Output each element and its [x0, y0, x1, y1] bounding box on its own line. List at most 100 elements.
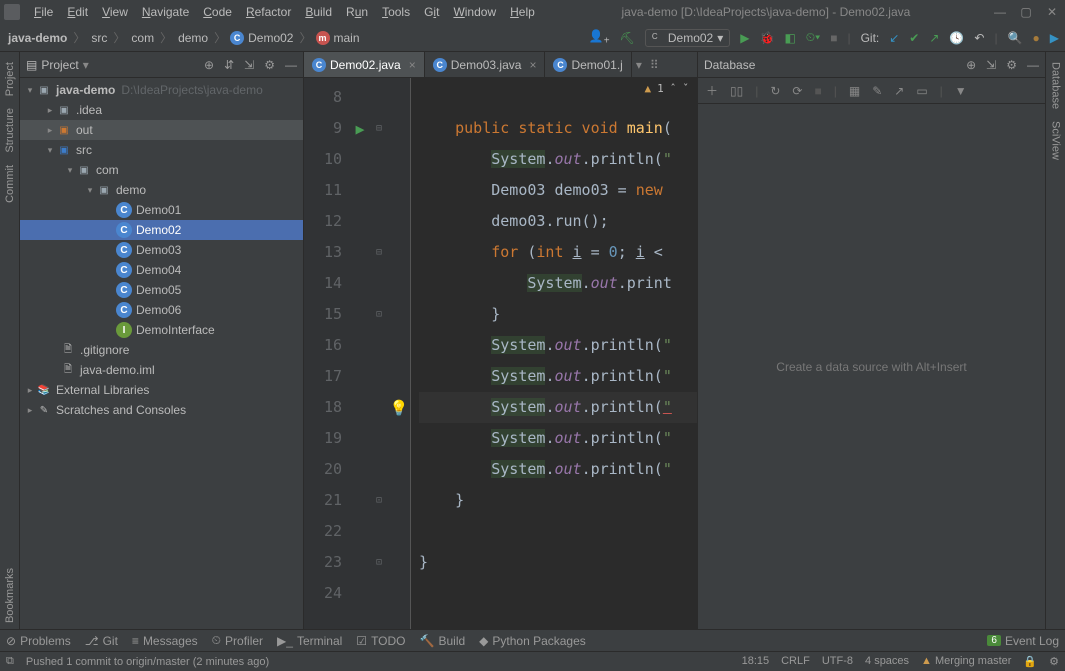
tree-demo[interactable]: ▾▣ demo	[20, 180, 303, 200]
memory-indicator-icon[interactable]: ⚙	[1049, 655, 1059, 668]
expand-all-icon[interactable]: ⇵	[224, 58, 234, 72]
tree-external-libs[interactable]: ▸📚 External Libraries	[20, 380, 303, 400]
project-panel-title[interactable]: Project	[41, 58, 78, 72]
debug-icon[interactable]: 🐞	[759, 31, 774, 45]
tree-gitignore[interactable]: 🗎.gitignore	[20, 340, 303, 360]
tab-python[interactable]: ◆ Python Packages	[479, 634, 586, 648]
edit-icon[interactable]: ✎	[872, 84, 882, 98]
close-icon[interactable]: ×	[405, 58, 416, 72]
project-tree[interactable]: ▾▣ java-demo D:\IdeaProjects\java-demo ▸…	[20, 78, 303, 629]
coverage-icon[interactable]: ◧	[784, 31, 795, 45]
hide-panel-icon[interactable]: —	[285, 58, 297, 72]
crumb-demo[interactable]: demo	[176, 29, 210, 47]
lock-icon[interactable]: 🔒	[1023, 655, 1037, 668]
jump-icon[interactable]: ↗	[894, 84, 904, 98]
hide-panel-icon[interactable]: —	[1027, 58, 1039, 72]
tab-event-log[interactable]: 6 Event Log	[987, 634, 1059, 648]
run-line-icon[interactable]: ▶	[355, 120, 364, 138]
bulb-gutter[interactable]: 💡	[388, 78, 410, 629]
code-area[interactable]: public static void main( System.out.prin…	[411, 78, 697, 629]
run-config-selector[interactable]: C Demo02 ▾	[645, 29, 730, 47]
tree-class-demo03[interactable]: CDemo03	[20, 240, 303, 260]
profile-icon[interactable]: ⏲▾	[806, 30, 820, 45]
rail-sciview[interactable]: SciView	[1050, 115, 1062, 166]
git-commit-icon[interactable]: ✔	[909, 31, 919, 45]
tree-com[interactable]: ▾▣ com	[20, 160, 303, 180]
select-opened-icon[interactable]: ⊕	[204, 58, 214, 72]
tree-src[interactable]: ▾▣ src	[20, 140, 303, 160]
tab-git[interactable]: ⎇ Git	[85, 634, 118, 648]
update-available-icon[interactable]: ●	[1033, 31, 1040, 45]
editor-tab-demo02[interactable]: C Demo02.java ×	[304, 52, 425, 77]
more-tabs-icon[interactable]: ▾	[636, 58, 642, 72]
up-icon[interactable]: ˆ	[670, 82, 677, 95]
line-separator[interactable]: CRLF	[781, 655, 810, 668]
run-gutter[interactable]: ▶	[350, 78, 370, 629]
window-close[interactable]: ✕	[1043, 5, 1061, 19]
tab-list-icon[interactable]: ⠿	[650, 58, 659, 72]
git-push-icon[interactable]: ↗	[929, 31, 939, 45]
ide-features-icon[interactable]: ▶	[1050, 31, 1059, 45]
tree-root[interactable]: ▾▣ java-demo D:\IdeaProjects\java-demo	[20, 80, 303, 100]
search-icon[interactable]: 🔍	[1008, 31, 1023, 45]
crumb-com[interactable]: com	[129, 29, 156, 47]
window-maximize[interactable]: ▢	[1017, 5, 1035, 19]
git-rollback-icon[interactable]: ↶	[974, 31, 984, 45]
table-icon[interactable]: ▦	[849, 84, 860, 98]
tree-class-demo05[interactable]: CDemo05	[20, 280, 303, 300]
caret-position[interactable]: 18:15	[742, 655, 770, 668]
duplicate-icon[interactable]: ▯▯	[730, 84, 743, 98]
rail-database[interactable]: Database	[1050, 56, 1062, 115]
crumb-project[interactable]: java-demo	[6, 29, 69, 47]
console-icon[interactable]: ▭	[916, 84, 927, 98]
database-panel-title[interactable]: Database	[704, 58, 755, 72]
tree-idea[interactable]: ▸▣ .idea	[20, 100, 303, 120]
menu-code[interactable]: Code	[197, 3, 238, 21]
file-encoding[interactable]: UTF-8	[822, 655, 853, 668]
rail-commit[interactable]: Commit	[4, 159, 16, 209]
menu-build[interactable]: Build	[299, 3, 338, 21]
tab-todo[interactable]: ☑ TODO	[356, 634, 405, 648]
lightbulb-icon[interactable]: 💡	[390, 399, 409, 417]
git-update-icon[interactable]: ↙	[889, 31, 899, 45]
gear-icon[interactable]: ⚙	[1006, 58, 1017, 72]
chevron-down-icon[interactable]: ▾	[83, 58, 89, 72]
toolwindow-toggle-icon[interactable]: ⧉	[6, 655, 14, 668]
filter-icon[interactable]: ▼	[955, 84, 967, 98]
close-icon[interactable]: ×	[525, 58, 536, 72]
menu-edit[interactable]: Edit	[61, 3, 94, 21]
window-minimize[interactable]: —	[991, 5, 1009, 19]
tree-class-demo02[interactable]: CDemo02	[20, 220, 303, 240]
tree-scratches[interactable]: ▸✎ Scratches and Consoles	[20, 400, 303, 420]
add-datasource-icon[interactable]: ＋	[706, 82, 718, 99]
editor-tab-demo01[interactable]: C Demo01.j	[545, 52, 631, 77]
git-branch[interactable]: ▲ Merging master	[921, 655, 1011, 668]
fold-gutter[interactable]: ⊟⊟⊡⊡⊡	[370, 78, 388, 629]
menu-view[interactable]: View	[96, 3, 134, 21]
tree-class-demo01[interactable]: CDemo01	[20, 200, 303, 220]
menu-git[interactable]: Git	[418, 3, 445, 21]
crumb-class[interactable]: Demo02	[246, 29, 295, 47]
add-config-icon[interactable]: 👤+	[589, 29, 610, 46]
indent-setting[interactable]: 4 spaces	[865, 655, 909, 668]
gear-icon[interactable]: ⚙	[264, 58, 275, 72]
rail-structure[interactable]: Structure	[4, 102, 16, 159]
editor-tab-demo03[interactable]: C Demo03.java ×	[425, 52, 546, 77]
stop-icon[interactable]: ■	[814, 84, 821, 98]
inspection-widget[interactable]: ▲ 1 ˆ ˇ	[641, 82, 694, 95]
stop-icon[interactable]: ■	[830, 31, 837, 45]
menu-file[interactable]: File	[28, 3, 59, 21]
refresh-icon[interactable]: ↻	[770, 84, 780, 98]
menu-run[interactable]: Run	[340, 3, 374, 21]
tab-problems[interactable]: ⊘ Problems	[6, 634, 71, 648]
rail-bookmarks[interactable]: Bookmarks	[4, 562, 16, 629]
tab-profiler[interactable]: ⏲ Profiler	[212, 633, 263, 648]
menu-navigate[interactable]: Navigate	[136, 3, 195, 21]
crumb-method[interactable]: main	[332, 29, 362, 47]
locate-icon[interactable]: ⊕	[966, 58, 976, 72]
collapse-all-icon[interactable]: ⇲	[244, 58, 254, 72]
git-history-icon[interactable]: 🕓	[949, 31, 964, 45]
tree-class-demo06[interactable]: CDemo06	[20, 300, 303, 320]
tree-iml[interactable]: 🗎java-demo.iml	[20, 360, 303, 380]
editor-body[interactable]: ▲ 1 ˆ ˇ 89101112131415161718192021222324…	[304, 78, 697, 629]
